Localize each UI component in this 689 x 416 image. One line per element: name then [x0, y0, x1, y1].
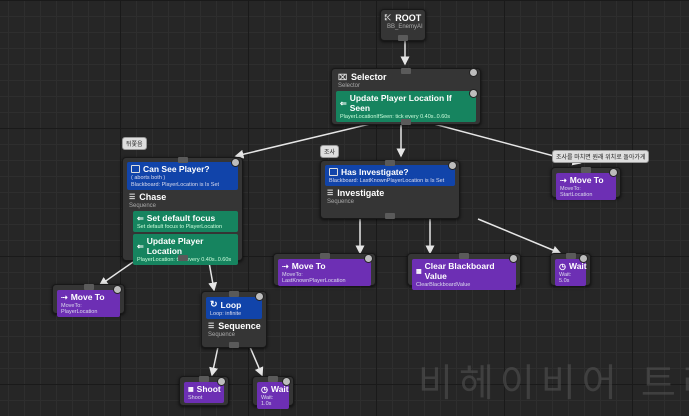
loop-sequence-node[interactable]: ↻ Loop Loop: infinite ☰ Sequence Sequence — [201, 291, 267, 348]
service-icon: ⇐ — [137, 241, 144, 251]
decorator-title: Loop — [220, 299, 242, 310]
selector-icon: ⌧ — [338, 73, 348, 82]
moveto-player-node[interactable]: ⇢ Move To MoveTo: PlayerLocation — [52, 284, 125, 317]
investigate-subtitle: Sequence — [327, 199, 355, 205]
investigate-comment: 조사 — [320, 145, 340, 158]
wire-loop-wait — [249, 346, 264, 377]
shoot-node[interactable]: ▦ Shoot Shoot — [179, 376, 229, 406]
sequence-icon: ☰ — [327, 190, 334, 197]
task-title: Move To — [569, 175, 604, 185]
service-title: Update Player Location If Seen — [349, 93, 452, 113]
decorator-title: Can See Player? — [143, 164, 210, 174]
clock-icon: ◷ — [559, 261, 566, 271]
task-clear-blackboard[interactable]: ▦ Clear Blackboard Value ClearBlackboardV… — [412, 259, 516, 290]
task-subtitle: Wait: 5.0s — [559, 272, 572, 284]
service-set-default-focus[interactable]: ⇐ Set default focus Set default focus to … — [133, 211, 238, 232]
wire-selector-chase — [234, 123, 371, 159]
task-title: Clear Blackboard Value — [424, 261, 495, 281]
moveto-last-node[interactable]: ⇢ Move To MoveTo: LastKnownPlayerLocation — [273, 253, 376, 286]
task-subtitle: Shoot — [188, 395, 203, 401]
task-subtitle: Wait: 1.0s — [261, 395, 274, 407]
wire-inv-wait — [477, 218, 562, 255]
service-update-player-location-if-seen[interactable]: ⇐ Update Player Location If Seen PlayerLo… — [336, 91, 476, 122]
root-icon: ⤪ — [384, 13, 392, 22]
investigate-title: Investigate — [337, 188, 385, 198]
blackboard-icon — [329, 168, 338, 176]
task-subtitle: ClearBlackboardValue — [416, 282, 471, 288]
wire-chase-moveto — [98, 261, 134, 286]
task-icon: ▦ — [188, 386, 194, 393]
chase-node[interactable]: Can See Player? ( aborts both ) Blackboa… — [122, 157, 243, 265]
return-moveto-node[interactable]: ⇢ Move To MoveTo: StartLocation — [551, 167, 621, 200]
service-title: Update Player Location — [146, 236, 204, 256]
root-title: ROOT — [395, 13, 422, 23]
service-icon: ⇐ — [340, 98, 347, 108]
wire-loop-shoot — [209, 346, 219, 377]
task-title: Move To — [291, 261, 326, 271]
root-node[interactable]: ⤪ ROOT BB_EnemyAI — [380, 9, 426, 41]
watermark: 비헤이비어 트리 — [418, 361, 689, 405]
investigate-node[interactable]: Has Investigate? Blackboard: LastKnownPl… — [320, 160, 460, 219]
wire-chase-loop — [208, 261, 218, 292]
task-move-to-player[interactable]: ⇢ Move To MoveTo: PlayerLocation — [57, 290, 120, 317]
task-subtitle: MoveTo: PlayerLocation — [61, 303, 98, 315]
decorator-title: Has Investigate? — [341, 167, 409, 177]
clear-bb-node[interactable]: ▦ Clear Blackboard Value ClearBlackboardV… — [407, 253, 521, 290]
return-comment: 조사를 마치면 원래 위치로 돌아가게 — [552, 150, 650, 163]
task-move-to-start[interactable]: ⇢ Move To MoveTo: StartLocation — [556, 173, 616, 200]
decorator-condition: Blackboard: LastKnownPlayerLocation is I… — [329, 178, 445, 184]
wait-1-node[interactable]: ◷ Wait Wait: 1.0s — [252, 376, 294, 409]
decorator-has-investigate[interactable]: Has Investigate? Blackboard: LastKnownPl… — [325, 165, 455, 186]
service-title: Set default focus — [146, 213, 216, 223]
move-to-icon: ⇢ — [282, 261, 289, 271]
selector-title: Selector — [351, 72, 387, 82]
selector-node[interactable]: ⌧ Selector Selector ⇐ Update Player Locat… — [331, 68, 481, 125]
task-subtitle: MoveTo: StartLocation — [560, 186, 593, 198]
selector-subtitle: Selector — [338, 83, 361, 89]
service-icon: ⇐ — [137, 213, 144, 223]
move-to-icon: ⇢ — [560, 175, 567, 185]
chase-comment: 뒤쫓음 — [122, 137, 147, 150]
task-title: Move To — [70, 292, 105, 302]
blackboard-icon — [131, 165, 140, 173]
chase-title: Chase — [139, 192, 167, 202]
decorator-condition: Blackboard: PlayerLocation is Is Set — [131, 182, 220, 188]
root-blackboard: BB_EnemyAI — [387, 24, 423, 30]
task-icon: ▦ — [416, 268, 422, 275]
task-move-to-last[interactable]: ⇢ Move To MoveTo: LastKnownPlayerLocation — [278, 259, 371, 286]
sequence-icon: ☰ — [129, 194, 136, 201]
task-wait-5[interactable]: ◷ Wait Wait: 5.0s — [555, 259, 587, 286]
clock-icon: ◷ — [261, 384, 268, 394]
task-subtitle: MoveTo: LastKnownPlayerLocation — [282, 272, 346, 284]
decorator-can-see-player[interactable]: Can See Player? ( aborts both ) Blackboa… — [127, 162, 238, 190]
decorator-loop[interactable]: ↻ Loop Loop: infinite — [206, 297, 262, 319]
service-subtitle: Set default focus to PlayerLocation — [137, 224, 222, 230]
decorator-abort-mode: ( aborts both ) — [131, 175, 166, 181]
task-title: Shoot — [196, 384, 221, 394]
wait-5-node[interactable]: ◷ Wait Wait: 5.0s — [550, 253, 591, 286]
sequence-subtitle: Sequence — [208, 332, 236, 338]
move-to-icon: ⇢ — [61, 292, 68, 302]
loop-icon: ↻ — [210, 299, 218, 309]
chase-subtitle: Sequence — [129, 203, 157, 209]
sequence-icon: ☰ — [208, 323, 215, 330]
task-wait-1[interactable]: ◷ Wait Wait: 1.0s — [257, 382, 289, 409]
decorator-loop-count: Loop: infinite — [210, 311, 242, 317]
sequence-title: Sequence — [218, 321, 261, 331]
